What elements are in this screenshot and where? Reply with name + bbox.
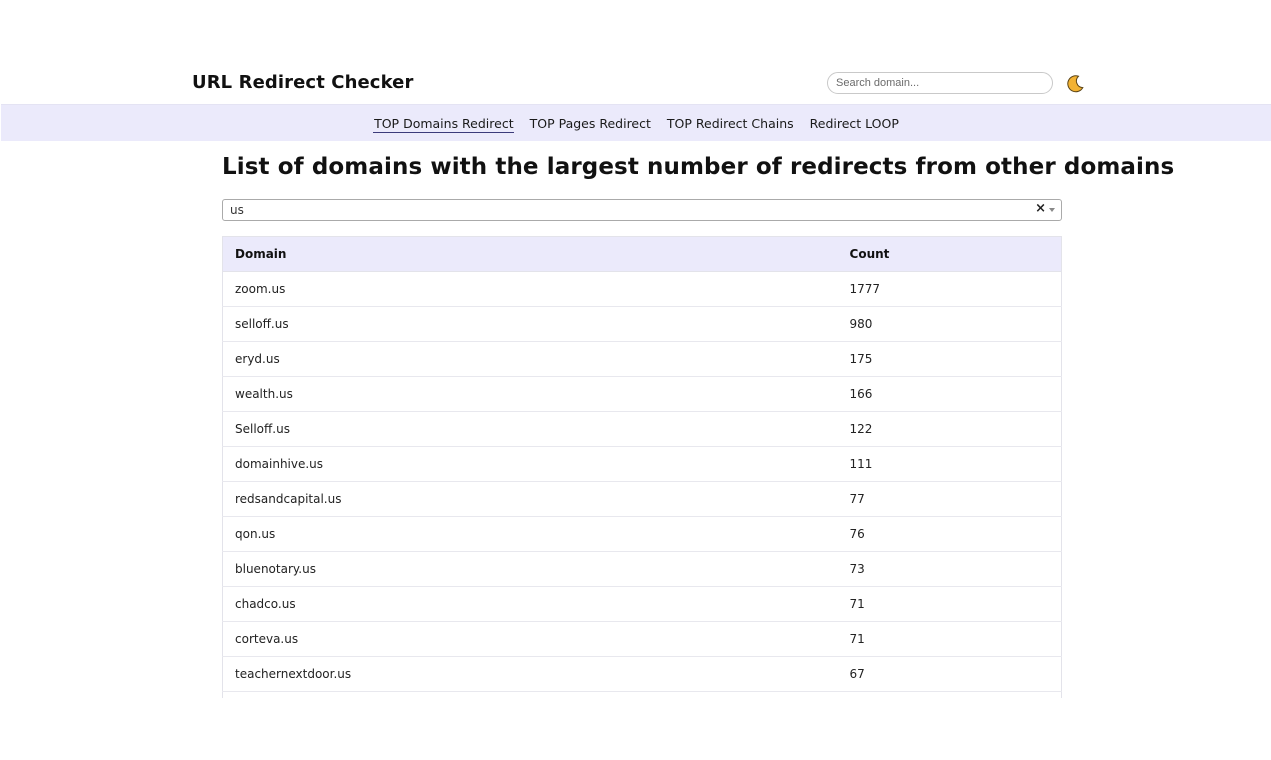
domain-cell[interactable]: eryd.us <box>223 342 838 377</box>
domain-cell[interactable]: redsandcapital.us <box>223 482 838 517</box>
count-cell <box>838 692 1062 699</box>
count-cell: 71 <box>849 597 865 611</box>
nav-links: TOP Domains Redirect TOP Pages Redirect … <box>1 105 1271 141</box>
count-cell: 122 <box>849 422 873 436</box>
chevron-down-icon[interactable] <box>1049 208 1055 212</box>
table-row: teachernextdoor.us 67 <box>222 657 1062 692</box>
domain-cell[interactable]: chadco.us <box>223 587 838 622</box>
table-header-row: Domain Count <box>222 236 1062 272</box>
filter-selected-value: us <box>230 203 244 217</box>
domain-cell[interactable]: corteva.us <box>223 622 838 657</box>
column-header-count[interactable]: Count <box>837 236 1062 272</box>
count-cell: 1777 <box>849 282 881 296</box>
page-title: List of domains with the largest number … <box>222 154 1175 180</box>
domain-cell[interactable]: teachernextdoor.us <box>223 657 838 692</box>
table-row: bluenotary.us 73 <box>222 552 1062 587</box>
count-cell: 73 <box>849 562 865 576</box>
count-cell: 76 <box>849 527 865 541</box>
domain-cell[interactable]: qon.us <box>223 517 838 552</box>
table-row: redsandcapital.us 77 <box>222 482 1062 517</box>
count-cell: 71 <box>849 632 865 646</box>
table-row: domainhive.us 111 <box>222 447 1062 482</box>
count-cell: 67 <box>849 667 865 681</box>
search-input[interactable] <box>827 72 1053 94</box>
domains-table: Domain Count zoom.us 1777 selloff.us 980… <box>222 236 1062 698</box>
count-cell: 980 <box>849 317 873 331</box>
table-row: qon.us 76 <box>222 517 1062 552</box>
domains-table-container[interactable]: Domain Count zoom.us 1777 selloff.us 980… <box>222 236 1062 698</box>
tld-filter-select[interactable]: us × <box>222 199 1062 221</box>
clear-icon[interactable]: × <box>1035 201 1046 216</box>
moon-icon[interactable] <box>1064 73 1086 95</box>
count-cell: 175 <box>849 352 873 366</box>
main-nav: TOP Domains Redirect TOP Pages Redirect … <box>1 104 1271 141</box>
domain-cell[interactable]: selloff.us <box>223 307 838 342</box>
count-cell: 77 <box>849 492 865 506</box>
domain-cell[interactable]: wealth.us <box>223 377 838 412</box>
domain-cell[interactable] <box>223 692 838 699</box>
count-cell: 166 <box>849 387 873 401</box>
count-cell: 111 <box>849 457 873 471</box>
domain-cell[interactable]: zoom.us <box>223 272 838 307</box>
app-title[interactable]: URL Redirect Checker <box>192 72 413 93</box>
nav-top-pages-redirect[interactable]: TOP Pages Redirect <box>529 114 651 132</box>
table-row: selloff.us 980 <box>222 307 1062 342</box>
table-row: eryd.us 175 <box>222 342 1062 377</box>
nav-top-redirect-chains[interactable]: TOP Redirect Chains <box>666 114 794 132</box>
table-row: chadco.us 71 <box>222 587 1062 622</box>
table-row: wealth.us 166 <box>222 377 1062 412</box>
domain-cell[interactable]: bluenotary.us <box>223 552 838 587</box>
nav-redirect-loop[interactable]: Redirect LOOP <box>809 114 899 132</box>
domain-cell[interactable]: Selloff.us <box>223 412 838 447</box>
site-header: URL Redirect Checker <box>0 62 1271 104</box>
nav-top-domains-redirect[interactable]: TOP Domains Redirect <box>373 114 514 133</box>
table-row: Selloff.us 122 <box>222 412 1062 447</box>
domain-cell[interactable]: domainhive.us <box>223 447 838 482</box>
table-row: zoom.us 1777 <box>222 272 1062 307</box>
table-row <box>223 692 1062 699</box>
table-row: corteva.us 71 <box>222 622 1062 657</box>
column-header-domain[interactable]: Domain <box>222 236 838 272</box>
